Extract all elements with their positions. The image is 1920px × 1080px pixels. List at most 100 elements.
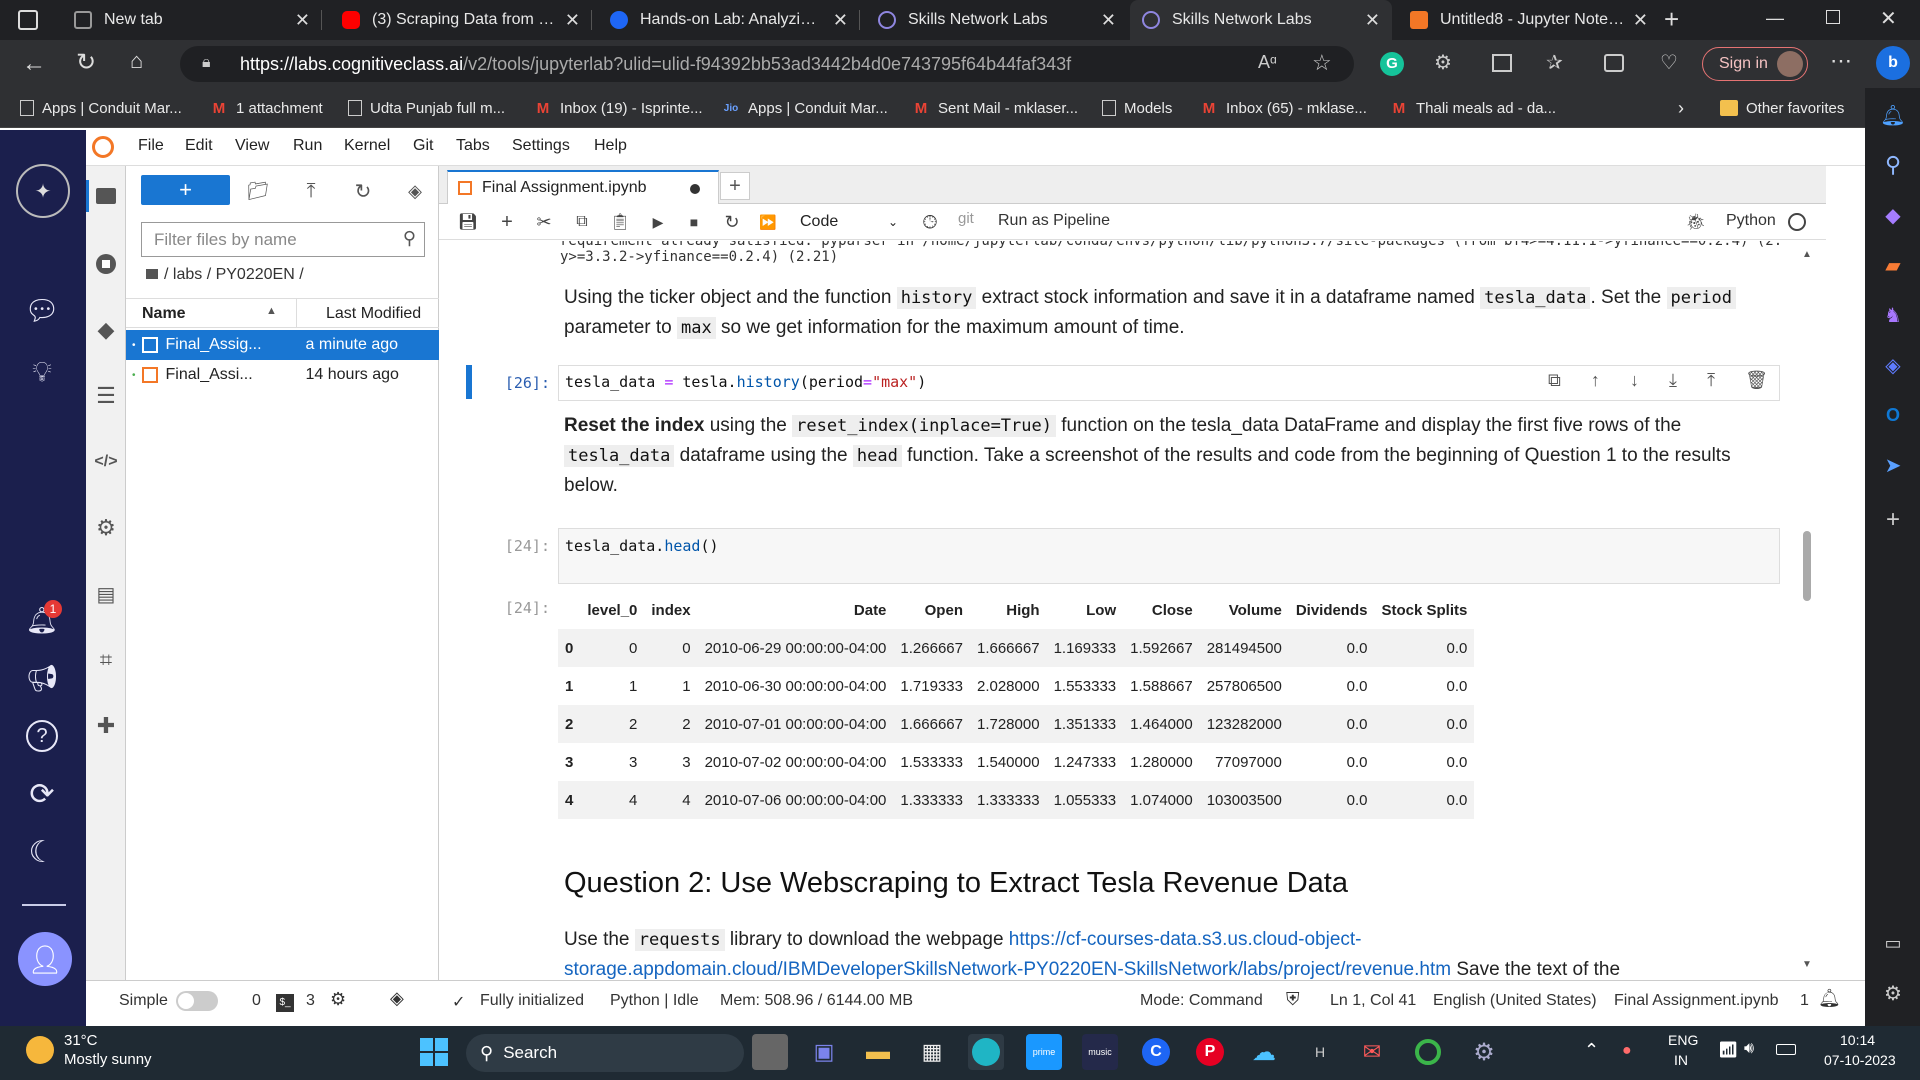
split-screen-icon[interactable]: [1492, 54, 1512, 72]
bookmark-apps-conduit-1[interactable]: Apps | Conduit Mar...: [20, 96, 182, 120]
prime-video-icon[interactable]: prime: [1026, 1034, 1062, 1070]
simple-mode-toggle[interactable]: [176, 991, 218, 1011]
scroll-down-icon[interactable]: ▼: [1802, 959, 1812, 970]
menu-tabs[interactable]: Tabs: [456, 137, 490, 155]
bookmarks-overflow-icon[interactable]: ›: [1678, 96, 1684, 120]
delete-cell-icon[interactable]: 🗑︎: [1745, 370, 1768, 396]
close-tab-icon[interactable]: ✕: [565, 10, 580, 31]
puzzle-icon[interactable]: ✚: [92, 712, 120, 740]
git-clone-icon[interactable]: ◈: [402, 178, 428, 204]
cut-icon[interactable]: ✂: [532, 210, 556, 234]
unsaved-dot-icon[interactable]: [690, 184, 700, 194]
menu-run[interactable]: Run: [293, 137, 322, 155]
close-tab-icon[interactable]: ✕: [1101, 10, 1116, 31]
insert-cell-icon[interactable]: +: [495, 210, 519, 234]
git-icon[interactable]: ◆: [92, 316, 120, 344]
settings-icon[interactable]: ⚙: [1878, 978, 1908, 1008]
scrollbar-thumb[interactable]: [1803, 531, 1811, 601]
markdown-cell-reset-index[interactable]: Reset the index using the reset_index(in…: [564, 411, 1784, 501]
clock-time[interactable]: 10:14: [1840, 1032, 1875, 1048]
terminal-icon[interactable]: $_: [276, 994, 294, 1012]
teams-icon[interactable]: ▣: [806, 1034, 842, 1070]
notification-bell-icon[interactable]: 🔔︎: [1878, 100, 1908, 130]
weather-desc[interactable]: Mostly sunny: [64, 1051, 152, 1068]
games-icon[interactable]: ♞: [1878, 300, 1908, 330]
running-kernels-icon[interactable]: [92, 250, 120, 278]
tab-final-assignment[interactable]: Final Assignment.ipynb: [447, 170, 719, 204]
refresh-icon[interactable]: ↻: [76, 48, 96, 77]
windows-start-icon[interactable]: [416, 1034, 452, 1070]
menu-help[interactable]: Help: [594, 137, 627, 155]
browser-tab-hands-on-lab[interactable]: Hands-on Lab: Analyzing Hi ✕: [598, 0, 860, 40]
browser-tab-untitled8[interactable]: Untitled8 - Jupyter Noteboo ✕: [1398, 0, 1660, 40]
run-as-pipeline-button[interactable]: Run as Pipeline: [998, 212, 1110, 230]
coursera-app-icon[interactable]: C: [1138, 1034, 1174, 1070]
lsp-status[interactable]: Fully initialized: [480, 992, 584, 1010]
insert-above-icon[interactable]: ⤒: [1707, 370, 1715, 396]
menu-view[interactable]: View: [235, 137, 269, 155]
notebook-scrollbar[interactable]: ▲ ▼: [1802, 241, 1812, 981]
kernel-icon[interactable]: ⚙: [330, 989, 346, 1010]
duplicate-cell-icon[interactable]: ⧉: [1548, 370, 1561, 396]
performance-icon[interactable]: ♡: [1660, 50, 1678, 75]
browser-tab-new-tab[interactable]: New tab ✕: [62, 0, 322, 40]
menu-kernel[interactable]: Kernel: [344, 137, 390, 155]
add-tab-icon[interactable]: +: [720, 172, 750, 200]
outlook-icon[interactable]: O: [1878, 400, 1908, 430]
dark-mode-moon-icon[interactable]: ☾: [20, 830, 64, 874]
restart-kernel-icon[interactable]: ↻: [720, 210, 744, 234]
extension-manager-icon[interactable]: ⌗: [92, 646, 120, 674]
chat-icon[interactable]: 💬︎: [20, 288, 64, 332]
notification-count[interactable]: 1: [1800, 992, 1809, 1010]
copilot-icon[interactable]: ◈: [1878, 350, 1908, 380]
debugger-icon[interactable]: 🐞︎: [1684, 210, 1708, 234]
bing-copilot-icon[interactable]: b: [1876, 46, 1910, 80]
paste-icon[interactable]: 📋︎: [608, 210, 632, 234]
tab-actions-icon[interactable]: [18, 10, 38, 30]
new-tab-button[interactable]: +: [1664, 4, 1679, 35]
file-row-selected[interactable]: • Final_Assig... a minute ago: [126, 330, 439, 360]
table-of-contents-icon[interactable]: ☰: [92, 382, 120, 410]
browser-tab-youtube[interactable]: (3) Scraping Data from a Re ✕: [330, 0, 592, 40]
cursor-position[interactable]: Ln 1, Col 41: [1330, 992, 1416, 1010]
other-favorites[interactable]: Other favorites: [1720, 96, 1844, 120]
show-hidden-icons[interactable]: ⌃: [1584, 1040, 1599, 1061]
bookmark-udta-punjab[interactable]: Udta Punjab full m...: [348, 96, 505, 120]
pipeline-components-icon[interactable]: ▤: [92, 580, 120, 608]
pinterest-icon[interactable]: P: [1192, 1034, 1228, 1070]
copy-icon[interactable]: ⧉: [570, 210, 594, 234]
menu-edit[interactable]: Edit: [185, 137, 213, 155]
menu-settings[interactable]: Settings: [512, 137, 570, 155]
trusted-shield-icon[interactable]: ⛨: [1286, 989, 1300, 1010]
lightbulb-icon[interactable]: 💡︎: [20, 350, 64, 394]
battery-icon[interactable]: [1776, 1044, 1796, 1055]
messaging-icon[interactable]: ✉: [1354, 1034, 1390, 1070]
kernel-count[interactable]: 0: [252, 992, 261, 1010]
browser-tab-skills-network-1[interactable]: Skills Network Labs ✕: [866, 0, 1128, 40]
tag-icon[interactable]: ◆: [1878, 200, 1908, 230]
app-h-icon[interactable]: H: [1302, 1034, 1338, 1070]
collections-icon[interactable]: [1604, 54, 1624, 72]
security-icon[interactable]: ●: [1622, 1042, 1632, 1060]
edge-browser-icon[interactable]: [968, 1034, 1004, 1070]
refresh-files-icon[interactable]: ↻: [350, 178, 376, 204]
bookmark-thali-meals[interactable]: M Thali meals ad - da...: [1390, 96, 1556, 120]
skills-network-logo-icon[interactable]: ✦: [16, 164, 70, 218]
new-launcher-button[interactable]: +: [141, 175, 230, 205]
wifi-icon[interactable]: 📶︎: [1718, 1040, 1738, 1060]
weather-temp[interactable]: 31°C: [64, 1032, 98, 1049]
git-label[interactable]: git: [958, 210, 974, 227]
megaphone-icon[interactable]: 📢︎: [20, 656, 64, 700]
terminal-count[interactable]: 3: [306, 992, 315, 1010]
hide-sidebar-icon[interactable]: ▭: [1878, 928, 1908, 958]
bookmark-inbox-isprinte[interactable]: M Inbox (19) - Isprinte...: [534, 96, 703, 120]
clock-date[interactable]: 07-10-2023: [1824, 1052, 1896, 1068]
back-icon[interactable]: ←: [22, 50, 46, 78]
save-icon[interactable]: 💾︎: [456, 210, 480, 234]
extensions-icon[interactable]: ⚙: [1434, 50, 1452, 75]
bookmark-attachment[interactable]: M1 attachment: [210, 96, 323, 120]
user-avatar-icon[interactable]: 👤︎: [18, 932, 72, 986]
column-last-modified[interactable]: Last Modified: [326, 305, 421, 323]
close-tab-icon[interactable]: ✕: [1365, 10, 1380, 31]
file-explorer-icon[interactable]: ▬: [860, 1034, 896, 1070]
